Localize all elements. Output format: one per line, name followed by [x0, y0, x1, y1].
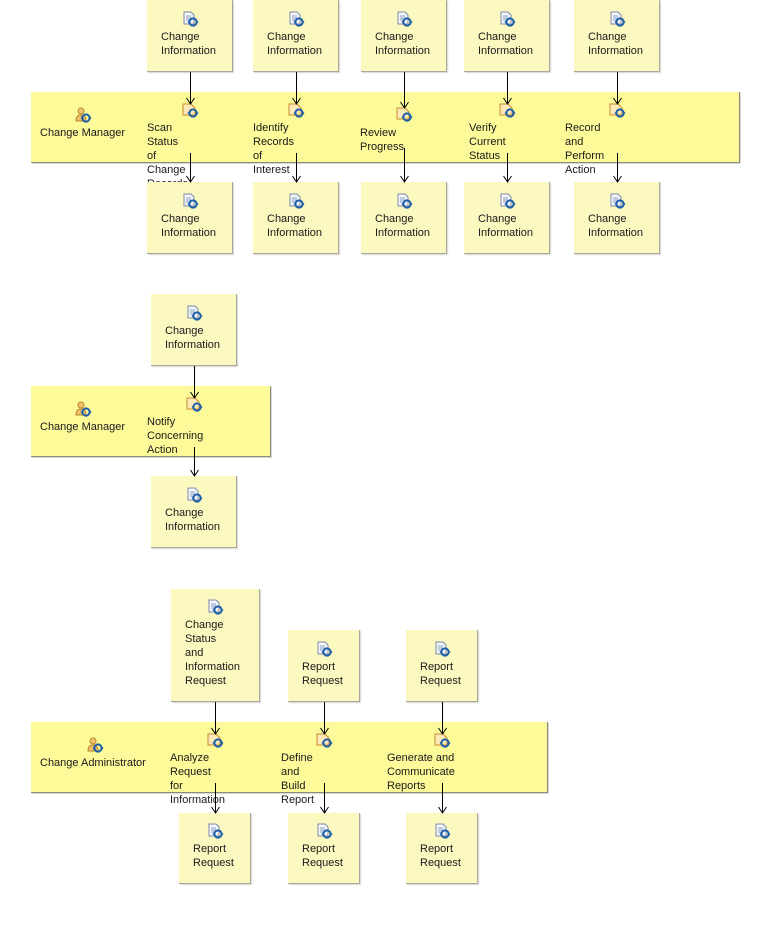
work-product-input[interactable]: Change Information — [574, 0, 660, 72]
work-product-icon — [433, 641, 451, 657]
work-product-icon — [498, 11, 516, 27]
work-product-icon — [287, 193, 305, 209]
role-icon — [74, 107, 92, 123]
work-product-output[interactable]: Report Request — [179, 813, 251, 884]
task-label: Scan Status of Change Records — [147, 122, 188, 190]
work-product-input[interactable]: Change Information — [147, 0, 233, 72]
work-product-icon — [206, 823, 224, 839]
work-product-label: Change Information — [161, 213, 217, 239]
work-product-input[interactable]: Change Information — [361, 0, 447, 72]
task-label: Record and Perform Action — [565, 122, 605, 176]
work-product-input[interactable]: Change Information — [151, 294, 237, 366]
work-product-label: Change Information — [588, 31, 644, 57]
work-product-label: Report Request — [420, 843, 461, 869]
work-product-icon — [181, 11, 199, 27]
work-product-label: Change Information — [161, 31, 217, 57]
work-product-label: Change Information — [165, 507, 221, 533]
task-icon — [395, 106, 413, 122]
task-label: Identify Records of Interest — [253, 122, 294, 176]
work-product-output[interactable]: Change Information — [464, 182, 550, 254]
work-product-icon — [206, 599, 224, 615]
task-icon — [498, 102, 516, 118]
work-product-output[interactable]: Change Information — [574, 182, 660, 254]
work-product-label: Report Request — [420, 661, 461, 687]
work-product-output[interactable]: Report Request — [406, 813, 478, 884]
work-product-label: Change Information — [165, 325, 221, 351]
work-product-label: Change Information — [375, 213, 431, 239]
work-product-icon — [608, 193, 626, 209]
task-label: Verify Current Status — [469, 122, 506, 162]
work-product-icon — [315, 641, 333, 657]
role-icon — [86, 737, 104, 753]
work-product-icon — [395, 11, 413, 27]
work-product-label: Change Information — [588, 213, 644, 239]
task-label: Generate and Communicate Reports — [387, 752, 455, 792]
work-product-input[interactable]: Change Information — [253, 0, 339, 72]
work-product-input[interactable]: Report Request — [406, 630, 478, 702]
role-label: Change Manager — [40, 127, 126, 139]
work-product-icon — [185, 487, 203, 503]
task-icon — [185, 396, 203, 412]
work-product-label: Report Request — [193, 843, 234, 869]
work-product-icon — [608, 11, 626, 27]
work-product-input[interactable]: Change Information — [464, 0, 550, 72]
work-product-label: Change Information — [478, 213, 534, 239]
work-product-label: Change Status and Information Request — [185, 619, 241, 687]
work-product-input[interactable]: Change Status and Information Request — [171, 589, 260, 702]
work-product-icon — [185, 305, 203, 321]
work-product-icon — [315, 823, 333, 839]
task-icon — [206, 732, 224, 748]
work-product-icon — [287, 11, 305, 27]
role-icon — [74, 401, 92, 417]
task-icon — [315, 732, 333, 748]
task-label: Define and Build Report — [281, 752, 315, 806]
work-product-output[interactable]: Change Information — [253, 182, 339, 254]
role-label: Change Manager — [40, 421, 126, 433]
task-label: Review Progress — [360, 127, 405, 153]
work-product-label: Change Information — [375, 31, 431, 57]
work-product-output[interactable]: Change Information — [147, 182, 233, 254]
work-product-icon — [395, 193, 413, 209]
work-product-label: Change Information — [478, 31, 534, 57]
work-product-output[interactable]: Report Request — [288, 813, 360, 884]
work-product-output[interactable]: Change Information — [361, 182, 447, 254]
work-product-label: Report Request — [302, 661, 343, 687]
work-product-label: Change Information — [267, 31, 323, 57]
work-product-icon — [498, 193, 516, 209]
task-label: Analyze Request for Information — [170, 752, 226, 806]
work-product-label: Report Request — [302, 843, 343, 869]
work-product-icon — [433, 823, 451, 839]
task-icon — [433, 732, 451, 748]
work-product-output[interactable]: Change Information — [151, 476, 237, 548]
work-product-icon — [181, 193, 199, 209]
task-icon — [287, 102, 305, 118]
task-label: Notify Concerning Action — [147, 416, 204, 456]
task-icon — [181, 102, 199, 118]
task-icon — [608, 102, 626, 118]
work-product-input[interactable]: Report Request — [288, 630, 360, 702]
work-product-label: Change Information — [267, 213, 323, 239]
role-label: Change Administrator — [40, 757, 146, 769]
